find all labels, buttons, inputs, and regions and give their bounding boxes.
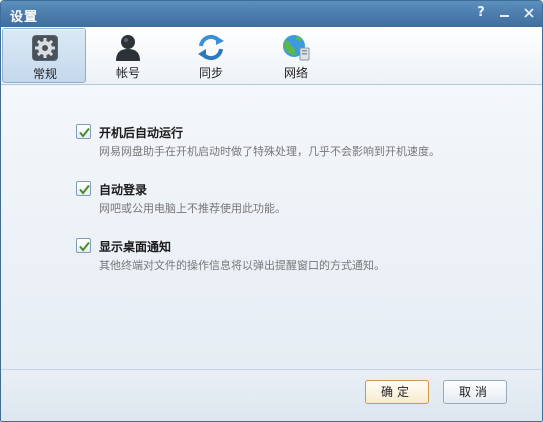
window-title: 设置 (10, 10, 39, 25)
tab-network[interactable]: 网络 (254, 28, 338, 83)
tab-account[interactable]: 帐号 (86, 28, 170, 83)
option-title: 开机后自动运行 (99, 126, 184, 140)
minimize-button[interactable] (495, 4, 515, 22)
help-button[interactable]: ? (471, 4, 491, 22)
sync-icon (198, 34, 224, 61)
settings-content: 开机后自动运行 网易网盘助手在开机启动时做了特殊处理，几乎不会影响到开机速度。 … (1, 86, 542, 369)
tab-label: 常规 (32, 67, 57, 81)
notifications-checkbox[interactable] (76, 238, 91, 253)
option-title: 显示桌面通知 (99, 240, 172, 254)
tab-label: 同步 (198, 66, 223, 80)
autologin-checkbox[interactable] (76, 181, 91, 196)
minimize-icon (500, 15, 509, 17)
tab-general[interactable]: 常规 (2, 28, 86, 83)
settings-toolbar: 常规 帐号 同步 网络 (1, 27, 542, 85)
gear-icon (32, 35, 58, 61)
check-icon (79, 241, 90, 252)
ok-button[interactable]: 确定 (365, 380, 429, 404)
settings-window: 设置 ? 常规 帐号 同步 网络 开机后自动运行 网易网盘助手在开机启动时做了特… (0, 0, 543, 422)
option-description: 其他终端对文件的操作信息将以弹出提醒窗口的方式通知。 (99, 259, 385, 272)
tab-label: 网络 (283, 66, 308, 80)
network-icon (283, 35, 310, 61)
dialog-footer: 确定 取消 (1, 369, 542, 421)
close-button[interactable] (519, 4, 539, 22)
cancel-button[interactable]: 取消 (443, 380, 507, 404)
option-description: 网吧或公用电脑上不推荐使用此功能。 (99, 202, 286, 215)
option-title: 自动登录 (99, 183, 148, 197)
tab-label: 帐号 (115, 66, 140, 80)
tab-sync[interactable]: 同步 (169, 28, 253, 83)
autostart-checkbox[interactable] (76, 124, 91, 139)
user-icon (116, 35, 140, 61)
check-icon (79, 184, 90, 195)
title-bar[interactable]: 设置 ? (1, 1, 542, 27)
close-icon (524, 8, 534, 18)
check-icon (79, 127, 90, 138)
option-description: 网易网盘助手在开机启动时做了特殊处理，几乎不会影响到开机速度。 (99, 145, 440, 158)
